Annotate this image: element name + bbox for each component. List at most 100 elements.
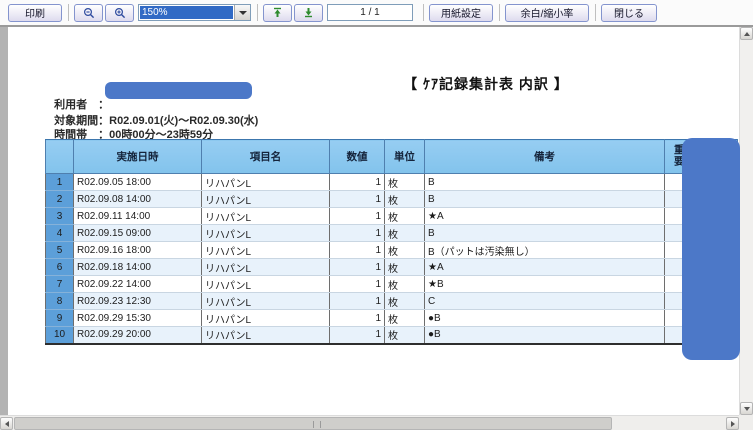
cell-value: 1: [330, 276, 385, 293]
magnifier-plus-icon: [114, 7, 126, 19]
table-header-row: 実施日時 項目名 数値 単位 備考 重要: [46, 140, 738, 174]
table-row: 10 R02.09.29 20:00 リハパンL 1 枚 ●B: [46, 327, 738, 344]
header-value: 数値: [330, 140, 385, 174]
cell-unit: 枚: [385, 293, 425, 310]
cell-item: リハパンL: [202, 259, 330, 276]
triangle-left-icon: [5, 421, 9, 427]
cell-unit: 枚: [385, 259, 425, 276]
scroll-left-button[interactable]: [0, 417, 13, 430]
cell-datetime: R02.09.08 14:00: [74, 191, 202, 208]
toolbar-separator: [423, 4, 424, 21]
toolbar-separator: [595, 4, 596, 21]
cell-note: ★B: [425, 276, 665, 293]
header-item: 項目名: [202, 140, 330, 174]
combo-dropdown-button[interactable]: [234, 5, 250, 20]
scroll-down-button[interactable]: [740, 402, 753, 415]
cell-note: ★A: [425, 208, 665, 225]
cell-unit: 枚: [385, 208, 425, 225]
cell-value: 1: [330, 174, 385, 191]
next-page-button[interactable]: [294, 4, 323, 22]
cell-datetime: R02.09.11 14:00: [74, 208, 202, 225]
toolbar-separator: [499, 4, 500, 21]
cell-unit: 枚: [385, 276, 425, 293]
triangle-right-icon: [731, 421, 735, 427]
margin-scale-button[interactable]: 余白/縮小率: [505, 4, 589, 22]
cell-no: 3: [46, 208, 74, 225]
cell-item: リハパンL: [202, 310, 330, 327]
cell-datetime: R02.09.16 18:00: [74, 242, 202, 259]
table-row: 2 R02.09.08 14:00 リハパンL 1 枚 B: [46, 191, 738, 208]
zoom-level-value: 150%: [140, 6, 233, 19]
cell-item: リハパンL: [202, 174, 330, 191]
triangle-down-icon: [744, 407, 750, 411]
cell-note: B: [425, 191, 665, 208]
chevron-down-icon: [239, 11, 247, 15]
column-redaction: [682, 138, 740, 360]
cell-note: ●B: [425, 327, 665, 344]
horizontal-scroll-thumb[interactable]: [14, 417, 612, 430]
paper-settings-button[interactable]: 用紙設定: [429, 4, 493, 22]
cell-datetime: R02.09.29 15:30: [74, 310, 202, 327]
cell-value: 1: [330, 191, 385, 208]
timeband-row: 時間帯 ：00時00分～23時59分: [48, 114, 213, 142]
arrow-down-icon: [303, 7, 314, 18]
table-row: 6 R02.09.18 14:00 リハパンL 1 枚 ★A: [46, 259, 738, 276]
scrollbar-corner: [739, 415, 753, 430]
cell-item: リハパンL: [202, 242, 330, 259]
cell-datetime: R02.09.29 20:00: [74, 327, 202, 344]
page-indicator-field[interactable]: 1 / 1: [327, 4, 413, 21]
cell-value: 1: [330, 293, 385, 310]
cell-datetime: R02.09.05 18:00: [74, 174, 202, 191]
table-row: 9 R02.09.29 15:30 リハパンL 1 枚 ●B: [46, 310, 738, 327]
cell-item: リハパンL: [202, 276, 330, 293]
close-button[interactable]: 閉じる: [601, 4, 657, 22]
cell-note: B: [425, 225, 665, 242]
cell-item: リハパンL: [202, 327, 330, 344]
table-row: 4 R02.09.15 09:00 リハパンL 1 枚 B: [46, 225, 738, 242]
cell-unit: 枚: [385, 174, 425, 191]
horizontal-scrollbar[interactable]: [0, 415, 753, 430]
table-row: 1 R02.09.05 18:00 リハパンL 1 枚 B: [46, 174, 738, 191]
scroll-up-button[interactable]: [740, 27, 753, 40]
cell-unit: 枚: [385, 225, 425, 242]
table-row: 3 R02.09.11 14:00 リハパンL 1 枚 ★A: [46, 208, 738, 225]
cell-note: B（パットは汚染無し）: [425, 242, 665, 259]
cell-datetime: R02.09.15 09:00: [74, 225, 202, 242]
zoom-level-select[interactable]: 150%: [138, 4, 251, 21]
cell-no: 1: [46, 174, 74, 191]
zoom-out-button[interactable]: [74, 4, 103, 22]
table-row: 8 R02.09.23 12:30 リハパンL 1 枚 C: [46, 293, 738, 310]
cell-unit: 枚: [385, 327, 425, 344]
cell-note: ●B: [425, 310, 665, 327]
cell-no: 4: [46, 225, 74, 242]
cell-note: B: [425, 174, 665, 191]
cell-value: 1: [330, 327, 385, 344]
cell-datetime: R02.09.22 14:00: [74, 276, 202, 293]
cell-note: C: [425, 293, 665, 310]
cell-item: リハパンL: [202, 191, 330, 208]
cell-value: 1: [330, 208, 385, 225]
cell-no: 5: [46, 242, 74, 259]
cell-no: 6: [46, 259, 74, 276]
thumb-grip: [313, 421, 321, 428]
zoom-in-button[interactable]: [105, 4, 134, 22]
vertical-scrollbar[interactable]: [739, 27, 753, 415]
header-note: 備考: [425, 140, 665, 174]
prev-page-button[interactable]: [263, 4, 292, 22]
cell-value: 1: [330, 242, 385, 259]
header-unit: 単位: [385, 140, 425, 174]
scroll-right-button[interactable]: [726, 417, 739, 430]
cell-unit: 枚: [385, 191, 425, 208]
cell-no: 2: [46, 191, 74, 208]
print-button[interactable]: 印刷: [8, 4, 62, 22]
user-name-redaction: [105, 82, 252, 99]
cell-no: 8: [46, 293, 74, 310]
table-row: 7 R02.09.22 14:00 リハパンL 1 枚 ★B: [46, 276, 738, 293]
cell-value: 1: [330, 259, 385, 276]
header-no: [46, 140, 74, 174]
magnifier-minus-icon: [83, 7, 95, 19]
toolbar: 印刷 150% 1 / 1: [0, 0, 753, 25]
table-row: 5 R02.09.16 18:00 リハパンL 1 枚 B（パットは汚染無し）: [46, 242, 738, 259]
cell-datetime: R02.09.18 14:00: [74, 259, 202, 276]
cell-no: 9: [46, 310, 74, 327]
